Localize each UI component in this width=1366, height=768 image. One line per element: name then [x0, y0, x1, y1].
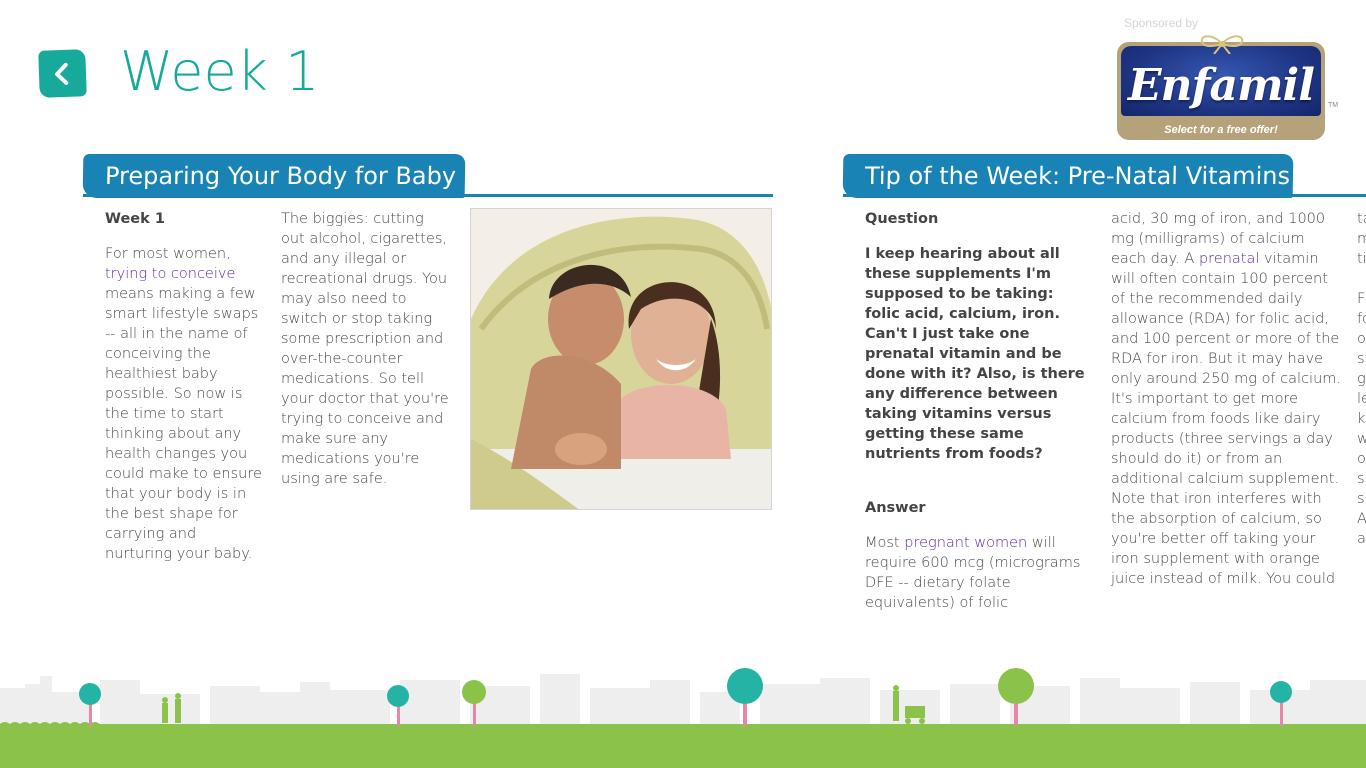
sponsor-tagline: Select for a free offer!: [1164, 124, 1278, 136]
answer-text: acid, 30 mg of iron, and 1000 mg (millig…: [1111, 211, 1341, 587]
section-divider: [843, 194, 1366, 197]
clipped-text-line: le: [1357, 391, 1366, 407]
sponsor-area: Sponsored by Enfamil Select for a free o…: [1112, 14, 1339, 140]
clipped-text-line: w: [1357, 431, 1366, 447]
chevron-left-icon: [54, 62, 68, 85]
ribbon-bow-icon: [1200, 35, 1244, 54]
clipped-text-line: F: [1357, 291, 1366, 307]
question-text: I keep hearing about all these supplemen…: [865, 246, 1085, 462]
section-divider: [83, 194, 773, 197]
article-paragraph: The biggies: cutting out alcohol, cigare…: [281, 211, 449, 487]
section-banner-preparing: Preparing Your Body for Baby: [82, 154, 466, 198]
clipped-text-line: o: [1357, 451, 1366, 467]
clipped-text-line: ta: [1357, 211, 1366, 227]
back-button[interactable]: [38, 49, 87, 98]
article-column-1: Week 1 For most women, trying to conceiv…: [105, 209, 267, 564]
section-title-tip: Tip of the Week: Pre-Natal Vitamins: [864, 162, 1291, 190]
tip-column-2: acid, 30 mg of iron, and 1000 mg (millig…: [1111, 209, 1343, 589]
week-subheading: Week 1: [105, 211, 165, 227]
answer-label: Answer: [865, 500, 926, 516]
clipped-text-line: o: [1357, 331, 1366, 347]
couple-photo: [470, 208, 772, 510]
article-column-2: The biggies: cutting out alcohol, cigare…: [281, 209, 451, 489]
section-title-preparing: Preparing Your Body for Baby: [104, 162, 457, 190]
clipped-text-line: a: [1357, 531, 1366, 547]
sponsor-label: Sponsored by: [1124, 16, 1199, 30]
answer-text: Most pregnant women will require 600 mcg…: [865, 535, 1081, 611]
clipped-text-line: [1357, 269, 1366, 289]
trying-to-conceive-link[interactable]: trying to conceive: [105, 266, 235, 282]
trademark-mark: TM: [1328, 102, 1339, 109]
tip-column-3-partial: tamtiFfcostglekwosusuAa: [1357, 209, 1366, 549]
clipped-text-line: su: [1357, 471, 1366, 487]
grass-strip: [0, 724, 1366, 768]
clipped-text-line: k: [1357, 411, 1366, 427]
prenatal-link[interactable]: prenatal: [1199, 251, 1259, 267]
page-title: Week 1: [120, 40, 320, 103]
clipped-text-line: st: [1357, 351, 1366, 367]
tip-column-1: Question I keep hearing about all these …: [865, 209, 1091, 613]
clipped-text-line: fc: [1357, 311, 1366, 327]
clipped-text-line: su: [1357, 491, 1366, 507]
clipped-text-line: A: [1357, 511, 1366, 527]
clipped-text-line: ti: [1357, 251, 1366, 267]
article-paragraph: For most women, trying to conceive means…: [105, 246, 262, 562]
clipped-text-line: g: [1357, 371, 1366, 387]
pregnant-women-link[interactable]: pregnant women: [904, 535, 1027, 551]
footer-scenery: [0, 668, 1366, 768]
sponsor-offer-button[interactable]: Enfamil Select for a free offer!: [1117, 42, 1325, 140]
question-label: Question: [865, 211, 939, 227]
clipped-text-line: m: [1357, 231, 1366, 247]
section-banner-tip: Tip of the Week: Pre-Natal Vitamins: [842, 154, 1294, 198]
city-skyline: [0, 674, 1366, 728]
brand-logo: Enfamil: [1128, 60, 1315, 111]
